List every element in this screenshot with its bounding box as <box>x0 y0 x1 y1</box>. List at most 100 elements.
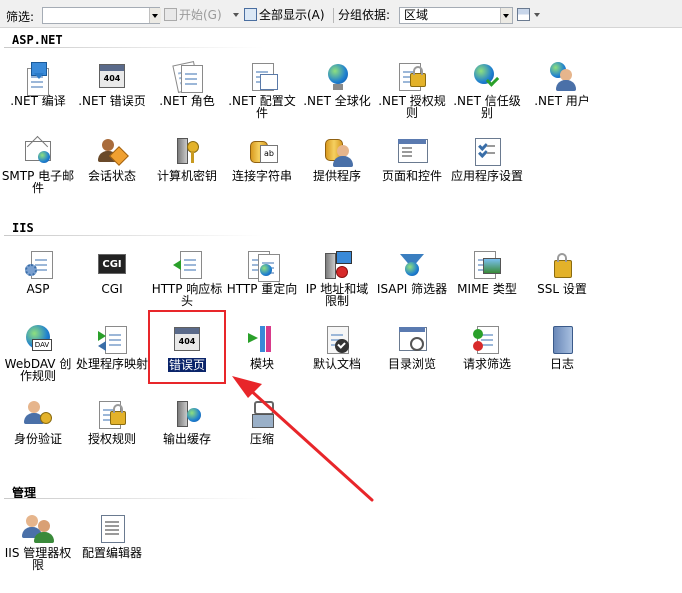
feature-app-settings[interactable]: 应用程序设置 <box>449 135 525 182</box>
feature-label: 应用程序设置 <box>450 169 523 183</box>
feature-http-redirect[interactable]: HTTP 重定向 <box>224 248 300 295</box>
group-by-select[interactable]: 区域 <box>399 7 513 24</box>
dotnet-roles-icon <box>171 60 203 93</box>
app-settings-icon <box>471 135 503 167</box>
show-all-button[interactable]: 全部显示(A) <box>244 7 325 24</box>
feature-dotnet-compile[interactable]: .NET 编译 <box>0 60 76 107</box>
feature-handler-mappings[interactable]: 处理程序映射 <box>74 323 150 370</box>
feature-machine-key[interactable]: 计算机密钥 <box>149 135 225 182</box>
feature-output-caching[interactable]: 输出缓存 <box>149 398 225 445</box>
feature-cgi[interactable]: CGI CGI <box>74 248 150 295</box>
feature-label: 授权规则 <box>87 432 136 446</box>
feature-label: .NET 授权规则 <box>378 94 446 120</box>
filter-label: 筛选: <box>6 10 35 24</box>
view-icon <box>517 8 530 21</box>
default-document-icon <box>321 323 353 355</box>
feature-dotnet-authorization[interactable]: .NET 授权规则 <box>374 60 450 119</box>
view-dropdown-icon[interactable] <box>534 13 540 17</box>
authentication-icon <box>22 398 54 430</box>
feature-dotnet-error-page[interactable]: 404 .NET 错误页 <box>74 60 150 107</box>
feature-label: 处理程序映射 <box>75 357 148 371</box>
filter-toolbar: 筛选: 开始(G) 全部显示(A) 分组依据: 区域 <box>0 0 682 28</box>
feature-label: .NET 角色 <box>159 94 215 108</box>
feature-default-document[interactable]: 默认文档 <box>299 323 375 370</box>
feature-dotnet-profile[interactable]: .NET 配置文件 <box>224 60 300 119</box>
feature-authorization-rules[interactable]: 授权规则 <box>74 398 150 445</box>
feature-iis-manager-permissions[interactable]: IIS 管理器权限 <box>0 512 76 571</box>
feature-isapi-filters[interactable]: ISAPI 筛选器 <box>374 248 450 295</box>
ip-domain-restrictions-icon <box>321 248 353 280</box>
feature-pages-controls[interactable]: 页面和控件 <box>374 135 450 182</box>
filter-dropdown-icon[interactable] <box>149 8 161 23</box>
feature-label: 模块 <box>249 357 274 371</box>
authorization-rules-icon <box>96 398 128 430</box>
group-by-label: 分组依据: <box>338 8 391 22</box>
feature-directory-browsing[interactable]: 目录浏览 <box>374 323 450 370</box>
feature-label: 配置编辑器 <box>81 546 142 560</box>
feature-label: .NET 全球化 <box>303 94 371 108</box>
feature-compression[interactable]: 压缩 <box>224 398 300 445</box>
feature-label: IIS 管理器权限 <box>4 546 72 572</box>
feature-asp[interactable]: ASP <box>0 248 76 295</box>
feature-session-state[interactable]: 会话状态 <box>74 135 150 182</box>
dotnet-compile-icon <box>22 60 54 96</box>
isapi-filters-icon <box>396 248 428 280</box>
mime-types-icon <box>471 248 503 280</box>
feature-label: 会话状态 <box>87 169 136 183</box>
group-by-dropdown-icon[interactable] <box>500 8 512 23</box>
request-filtering-icon <box>471 323 503 355</box>
feature-request-filtering[interactable]: 请求筛选 <box>449 323 525 370</box>
iis-manager-permissions-icon <box>22 512 54 544</box>
feature-label: .NET 配置文件 <box>228 94 296 120</box>
dotnet-error-page-icon: 404 <box>96 60 128 92</box>
filter-input[interactable] <box>42 7 160 24</box>
handler-mappings-icon <box>96 323 128 355</box>
machine-key-icon <box>171 135 203 167</box>
section-title-iis: IIS <box>12 221 34 235</box>
feature-ssl-settings[interactable]: SSL 设置 <box>524 248 600 295</box>
feature-mime-types[interactable]: MIME 类型 <box>449 248 525 295</box>
feature-dotnet-roles[interactable]: .NET 角色 <box>149 60 225 107</box>
start-button[interactable]: 开始(G) <box>164 7 222 24</box>
feature-http-response-headers[interactable]: HTTP 响应标头 <box>149 248 225 307</box>
feature-dotnet-users[interactable]: .NET 用户 <box>524 60 600 107</box>
start-label: 开始(G) <box>179 8 222 22</box>
feature-configuration-editor[interactable]: 配置编辑器 <box>74 512 150 559</box>
section-divider <box>4 235 264 236</box>
feature-connection-strings[interactable]: ab 连接字符串 <box>224 135 300 182</box>
feature-label: 身份验证 <box>13 432 62 446</box>
feature-label: .NET 编译 <box>10 94 66 108</box>
directory-browsing-icon <box>396 323 428 355</box>
logging-icon <box>546 323 578 355</box>
show-all-label: 全部显示(A) <box>259 8 325 22</box>
feature-smtp-email[interactable]: SMTP 电子邮件 <box>0 135 76 194</box>
feature-ip-domain-restrictions[interactable]: IP 地址和域限制 <box>299 248 375 307</box>
start-icon <box>164 8 177 21</box>
start-dropdown-icon[interactable] <box>233 13 239 17</box>
pages-controls-icon <box>396 135 428 167</box>
dotnet-globalization-icon <box>321 60 353 92</box>
feature-webdav[interactable]: DAV WebDAV 创作规则 <box>0 323 76 382</box>
feature-label: 请求筛选 <box>462 357 511 371</box>
feature-label: HTTP 响应标头 <box>151 282 223 308</box>
feature-logging[interactable]: 日志 <box>524 323 600 370</box>
group-by-value: 区域 <box>404 8 429 22</box>
feature-label: .NET 用户 <box>534 94 590 108</box>
feature-label: ASP <box>26 282 50 296</box>
show-all-icon <box>244 8 257 21</box>
feature-providers[interactable]: 提供程序 <box>299 135 375 182</box>
feature-label: 输出缓存 <box>162 432 211 446</box>
session-state-icon <box>96 135 129 167</box>
output-caching-icon <box>171 398 203 430</box>
feature-label: CGI <box>101 282 123 296</box>
feature-dotnet-globalization[interactable]: .NET 全球化 <box>299 60 375 107</box>
dotnet-authorization-icon <box>396 60 428 92</box>
cgi-icon: CGI <box>96 248 128 280</box>
asp-icon <box>22 248 54 280</box>
view-button[interactable] <box>517 7 532 24</box>
smtp-email-icon <box>22 135 54 167</box>
feature-authentication[interactable]: 身份验证 <box>0 398 76 445</box>
feature-dotnet-trust-level[interactable]: .NET 信任级别 <box>449 60 525 119</box>
feature-label: 连接字符串 <box>231 169 292 183</box>
feature-modules[interactable]: 模块 <box>224 323 300 370</box>
